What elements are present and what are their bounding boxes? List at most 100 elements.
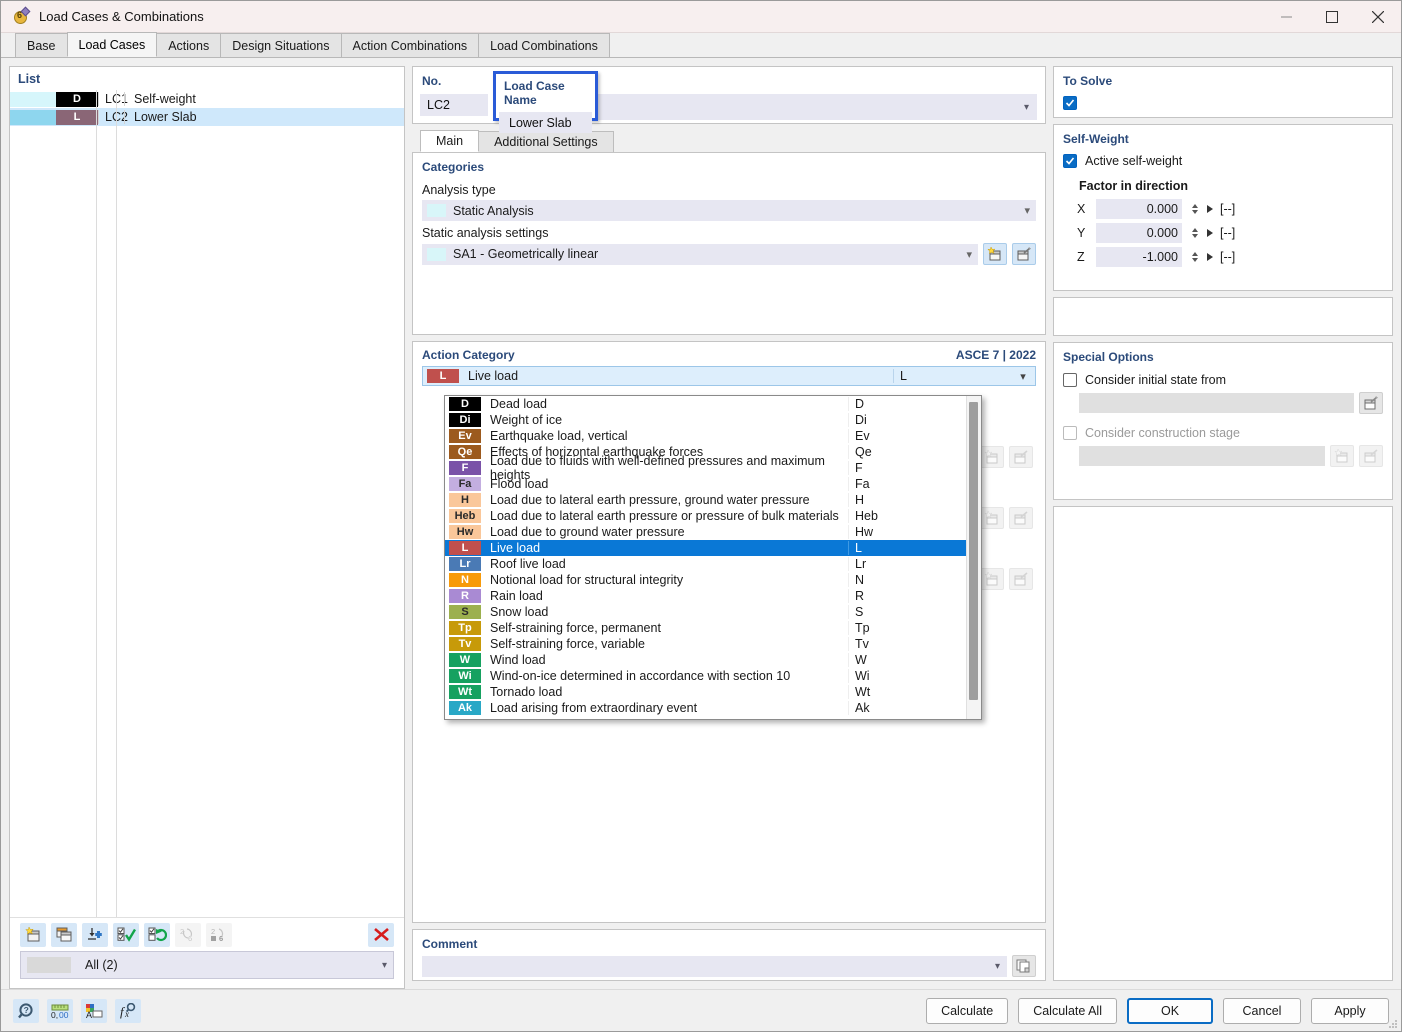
units-icon[interactable]: 0, 00 bbox=[47, 998, 73, 1023]
list-item[interactable]: W Wind load W bbox=[445, 652, 966, 668]
copy-load-case-icon[interactable] bbox=[51, 922, 77, 947]
apply-button[interactable]: Apply bbox=[1311, 997, 1389, 1024]
svg-text:?: ? bbox=[23, 1005, 28, 1015]
chevron-down-icon: ▾ bbox=[381, 959, 387, 971]
expand-y-icon[interactable] bbox=[1207, 229, 1213, 237]
help-search-icon[interactable]: ? bbox=[13, 998, 39, 1023]
list-item[interactable]: Hw Load due to ground water pressure Hw bbox=[445, 524, 966, 540]
load-case-name-input[interactable]: Lower Slab bbox=[499, 112, 592, 133]
edit-icon[interactable] bbox=[1359, 392, 1383, 414]
tab-load-combinations[interactable]: Load Combinations bbox=[478, 33, 610, 57]
list-item[interactable]: Heb Load due to lateral earth pressure or… bbox=[445, 508, 966, 524]
factor-x-input[interactable]: 0.000 bbox=[1096, 199, 1182, 219]
list-item[interactable]: Di Weight of ice Di bbox=[445, 412, 966, 428]
new-load-case-icon[interactable] bbox=[20, 922, 46, 947]
list-item[interactable]: Fa Flood load Fa bbox=[445, 476, 966, 492]
edit-icon bbox=[1009, 507, 1033, 529]
factor-y-input[interactable]: 0.000 bbox=[1096, 223, 1182, 243]
list-item[interactable]: F Load due to fluids with well-defined pr… bbox=[445, 454, 966, 482]
list-item[interactable]: S Snow load S bbox=[445, 604, 966, 620]
list-filter-combo[interactable]: All (2) ▾ bbox=[20, 951, 394, 979]
tab-actions[interactable]: Actions bbox=[156, 33, 222, 57]
action-category-option-name: Snow load bbox=[490, 605, 549, 619]
action-category-combo[interactable]: L Live load L ▾ bbox=[422, 366, 1036, 386]
resize-grip[interactable] bbox=[1388, 1018, 1398, 1028]
list-item[interactable]: Ev Earthquake load, vertical Ev bbox=[445, 428, 966, 444]
list-item[interactable]: Tv Self-straining force, variable Tv bbox=[445, 636, 966, 652]
action-category-badge: R bbox=[449, 589, 481, 603]
ok-button[interactable]: OK bbox=[1127, 997, 1213, 1024]
calculate-button[interactable]: Calculate bbox=[926, 997, 1009, 1024]
self-weight-title: Self-Weight bbox=[1063, 132, 1129, 146]
self-weight-panel: Self-Weight Active self-weight Factor in… bbox=[1053, 124, 1393, 291]
table-row[interactable]: D LC1 Self-weight bbox=[10, 90, 404, 108]
action-category-badge: Fa bbox=[449, 477, 481, 491]
to-solve-checkbox[interactable] bbox=[1063, 96, 1077, 110]
analysis-type-swatch bbox=[427, 204, 446, 217]
spinner-x[interactable] bbox=[1189, 204, 1200, 214]
action-category-option-code: Lr bbox=[848, 557, 966, 571]
action-category-badge: S bbox=[449, 605, 481, 619]
axis-label-y: Y bbox=[1077, 226, 1086, 240]
action-category-options[interactable]: D Dead load D Di Weight of ice Di Ev Earthquake… bbox=[445, 396, 966, 719]
no-value[interactable]: LC2 bbox=[420, 94, 488, 116]
list-item[interactable]: R Rain load R bbox=[445, 588, 966, 604]
delete-load-case-icon[interactable] bbox=[368, 922, 394, 947]
construction-stage-checkbox bbox=[1063, 426, 1077, 440]
action-category-dropdown[interactable]: D Dead load D Di Weight of ice Di Ev Earthquake… bbox=[444, 395, 982, 720]
static-settings-combo[interactable]: SA1 - Geometrically linear ▾ bbox=[422, 243, 978, 265]
list-item[interactable]: D Dead load D bbox=[445, 396, 966, 412]
expand-x-icon[interactable] bbox=[1207, 205, 1213, 213]
action-category-option-code: S bbox=[848, 605, 966, 619]
chevron-down-icon: ▾ bbox=[966, 248, 972, 261]
static-settings-swatch bbox=[427, 247, 446, 261]
tab-design-situations[interactable]: Design Situations bbox=[220, 33, 342, 57]
list-item[interactable]: Lr Roof live load Lr bbox=[445, 556, 966, 572]
new-settings-icon[interactable] bbox=[983, 243, 1007, 265]
action-category-option-name: Load due to ground water pressure bbox=[490, 525, 685, 539]
table-row[interactable]: L LC2 Lower Slab bbox=[10, 108, 404, 126]
load-case-grid[interactable]: D LC1 Self-weight L LC2 Lower Slab bbox=[10, 90, 404, 917]
formula-icon[interactable]: fx bbox=[115, 998, 141, 1023]
action-category-option-name: Wind load bbox=[490, 653, 546, 667]
initial-state-input[interactable] bbox=[1079, 393, 1354, 413]
import-load-case-icon[interactable] bbox=[82, 922, 108, 947]
list-item[interactable]: Wt Tornado load Wt bbox=[445, 684, 966, 700]
cancel-button[interactable]: Cancel bbox=[1223, 997, 1301, 1024]
tab-main[interactable]: Main bbox=[420, 130, 480, 152]
spinner-z[interactable] bbox=[1189, 252, 1200, 262]
close-icon[interactable] bbox=[1355, 1, 1401, 33]
spinner-y[interactable] bbox=[1189, 228, 1200, 238]
list-item[interactable]: L Live load L bbox=[445, 540, 966, 556]
list-item[interactable]: Wi Wind-on-ice determined in accordance w… bbox=[445, 668, 966, 684]
analysis-type-combo[interactable]: Static Analysis ▾ bbox=[422, 200, 1036, 221]
list-item[interactable]: H Load due to lateral earth pressure, gro… bbox=[445, 492, 966, 508]
action-category-option-code: Tp bbox=[848, 621, 966, 635]
minimize-icon[interactable] bbox=[1263, 1, 1309, 33]
scrollbar-thumb[interactable] bbox=[969, 402, 978, 700]
dropdown-scrollbar[interactable] bbox=[966, 396, 981, 719]
list-item[interactable]: Tp Self-straining force, permanent Tp bbox=[445, 620, 966, 636]
list-item[interactable]: Ak Load arising from extraordinary event A… bbox=[445, 700, 966, 716]
comment-input[interactable]: ▾ bbox=[422, 955, 1007, 977]
calculate-all-button[interactable]: Calculate All bbox=[1018, 997, 1117, 1024]
factor-z-input[interactable]: -1.000 bbox=[1096, 247, 1182, 267]
select-all-icon[interactable] bbox=[113, 922, 139, 947]
maximize-icon[interactable] bbox=[1309, 1, 1355, 33]
edit-settings-icon[interactable] bbox=[1012, 243, 1036, 265]
initial-state-checkbox[interactable] bbox=[1063, 373, 1077, 387]
tab-additional-settings[interactable]: Additional Settings bbox=[478, 131, 614, 152]
tab-load-cases[interactable]: Load Cases bbox=[66, 32, 158, 57]
list-item[interactable]: N Notional load for structural integrity N bbox=[445, 572, 966, 588]
copy-comment-icon[interactable] bbox=[1012, 955, 1036, 977]
active-self-weight-checkbox[interactable] bbox=[1063, 154, 1077, 168]
expand-z-icon[interactable] bbox=[1207, 253, 1213, 261]
svg-text:A: A bbox=[86, 1010, 92, 1019]
tab-base[interactable]: Base bbox=[15, 33, 68, 57]
text-settings-icon[interactable]: A bbox=[81, 998, 107, 1023]
load-case-list-panel: List D LC1 Self-weight L LC2 Lower Slab bbox=[9, 66, 405, 989]
action-category-option-code: L bbox=[848, 541, 966, 555]
action-category-option-name: Tornado load bbox=[490, 685, 563, 699]
invert-selection-icon[interactable] bbox=[144, 922, 170, 947]
tab-action-combinations[interactable]: Action Combinations bbox=[340, 33, 480, 57]
